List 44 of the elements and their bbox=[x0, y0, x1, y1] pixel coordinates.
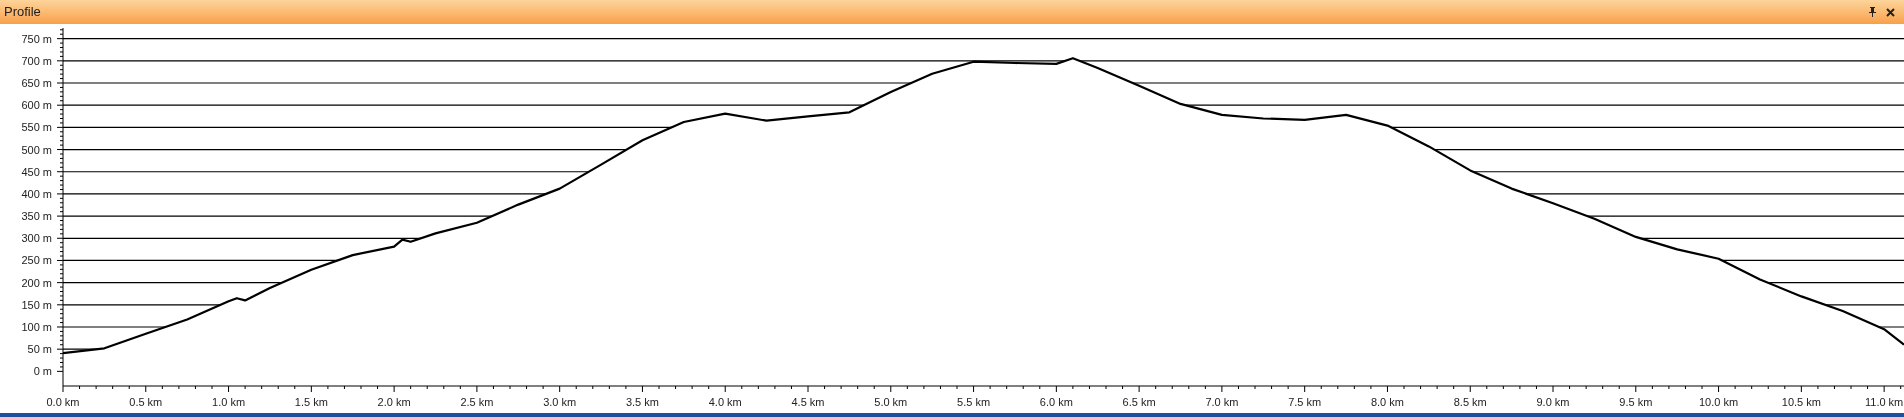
x-axis-label: 0.0 km bbox=[46, 396, 80, 408]
x-axis-label: 11.0 km bbox=[1865, 396, 1904, 408]
y-axis-label: 650 m bbox=[21, 77, 52, 89]
y-axis-label: 550 m bbox=[21, 121, 52, 134]
x-axis-label: 3.5 km bbox=[625, 396, 659, 408]
y-axis-label: 750 m bbox=[21, 32, 52, 45]
y-axis-label: 300 m bbox=[21, 232, 52, 245]
y-axis-label: 500 m bbox=[21, 143, 52, 156]
y-axis-label: 200 m bbox=[21, 276, 52, 289]
y-axis-label: 150 m bbox=[21, 298, 52, 311]
x-axis-label: 10.5 km bbox=[1781, 396, 1821, 408]
y-axis-label: 100 m bbox=[21, 321, 52, 333]
x-axis-label: 2.0 km bbox=[377, 396, 411, 408]
x-axis-label: 8.5 km bbox=[1453, 396, 1487, 408]
y-axis-label: 450 m bbox=[21, 165, 52, 178]
x-axis-label: 0.5 km bbox=[129, 396, 163, 408]
x-axis-label: 6.0 km bbox=[1039, 396, 1073, 408]
close-button[interactable] bbox=[1884, 6, 1896, 18]
x-axis-label: 4.0 km bbox=[708, 396, 742, 408]
y-axis-label: 400 m bbox=[21, 187, 52, 200]
close-icon bbox=[1885, 7, 1895, 17]
y-axis-label: 0 m bbox=[33, 365, 52, 378]
x-axis-label: 1.5 km bbox=[294, 396, 328, 408]
x-axis-label: 3.0 km bbox=[543, 396, 577, 408]
x-axis-label: 7.5 km bbox=[1288, 396, 1322, 408]
pin-button[interactable] bbox=[1866, 6, 1878, 18]
x-axis-label: 1.0 km bbox=[212, 396, 246, 408]
y-axis-label: 250 m bbox=[21, 254, 52, 267]
x-axis-label: 5.0 km bbox=[874, 396, 908, 408]
y-axis-label: 600 m bbox=[21, 99, 52, 112]
x-axis-label: 6.5 km bbox=[1122, 396, 1156, 408]
x-axis-label: 5.5 km bbox=[957, 396, 991, 408]
y-axis-label: 700 m bbox=[21, 54, 52, 67]
pin-icon bbox=[1867, 7, 1877, 17]
x-axis-label: 4.5 km bbox=[791, 396, 825, 408]
y-axis-label: 50 m bbox=[27, 343, 52, 356]
x-axis-label: 9.0 km bbox=[1536, 396, 1570, 408]
y-axis-label: 350 m bbox=[21, 210, 52, 223]
x-axis-label: 7.0 km bbox=[1205, 396, 1239, 408]
x-axis-label: 2.5 km bbox=[460, 396, 494, 408]
x-axis-label: 10.0 km bbox=[1699, 396, 1739, 408]
x-axis-label: 9.5 km bbox=[1619, 396, 1653, 408]
panel-title: Profile bbox=[4, 3, 41, 22]
x-axis-label: 8.0 km bbox=[1370, 396, 1404, 408]
